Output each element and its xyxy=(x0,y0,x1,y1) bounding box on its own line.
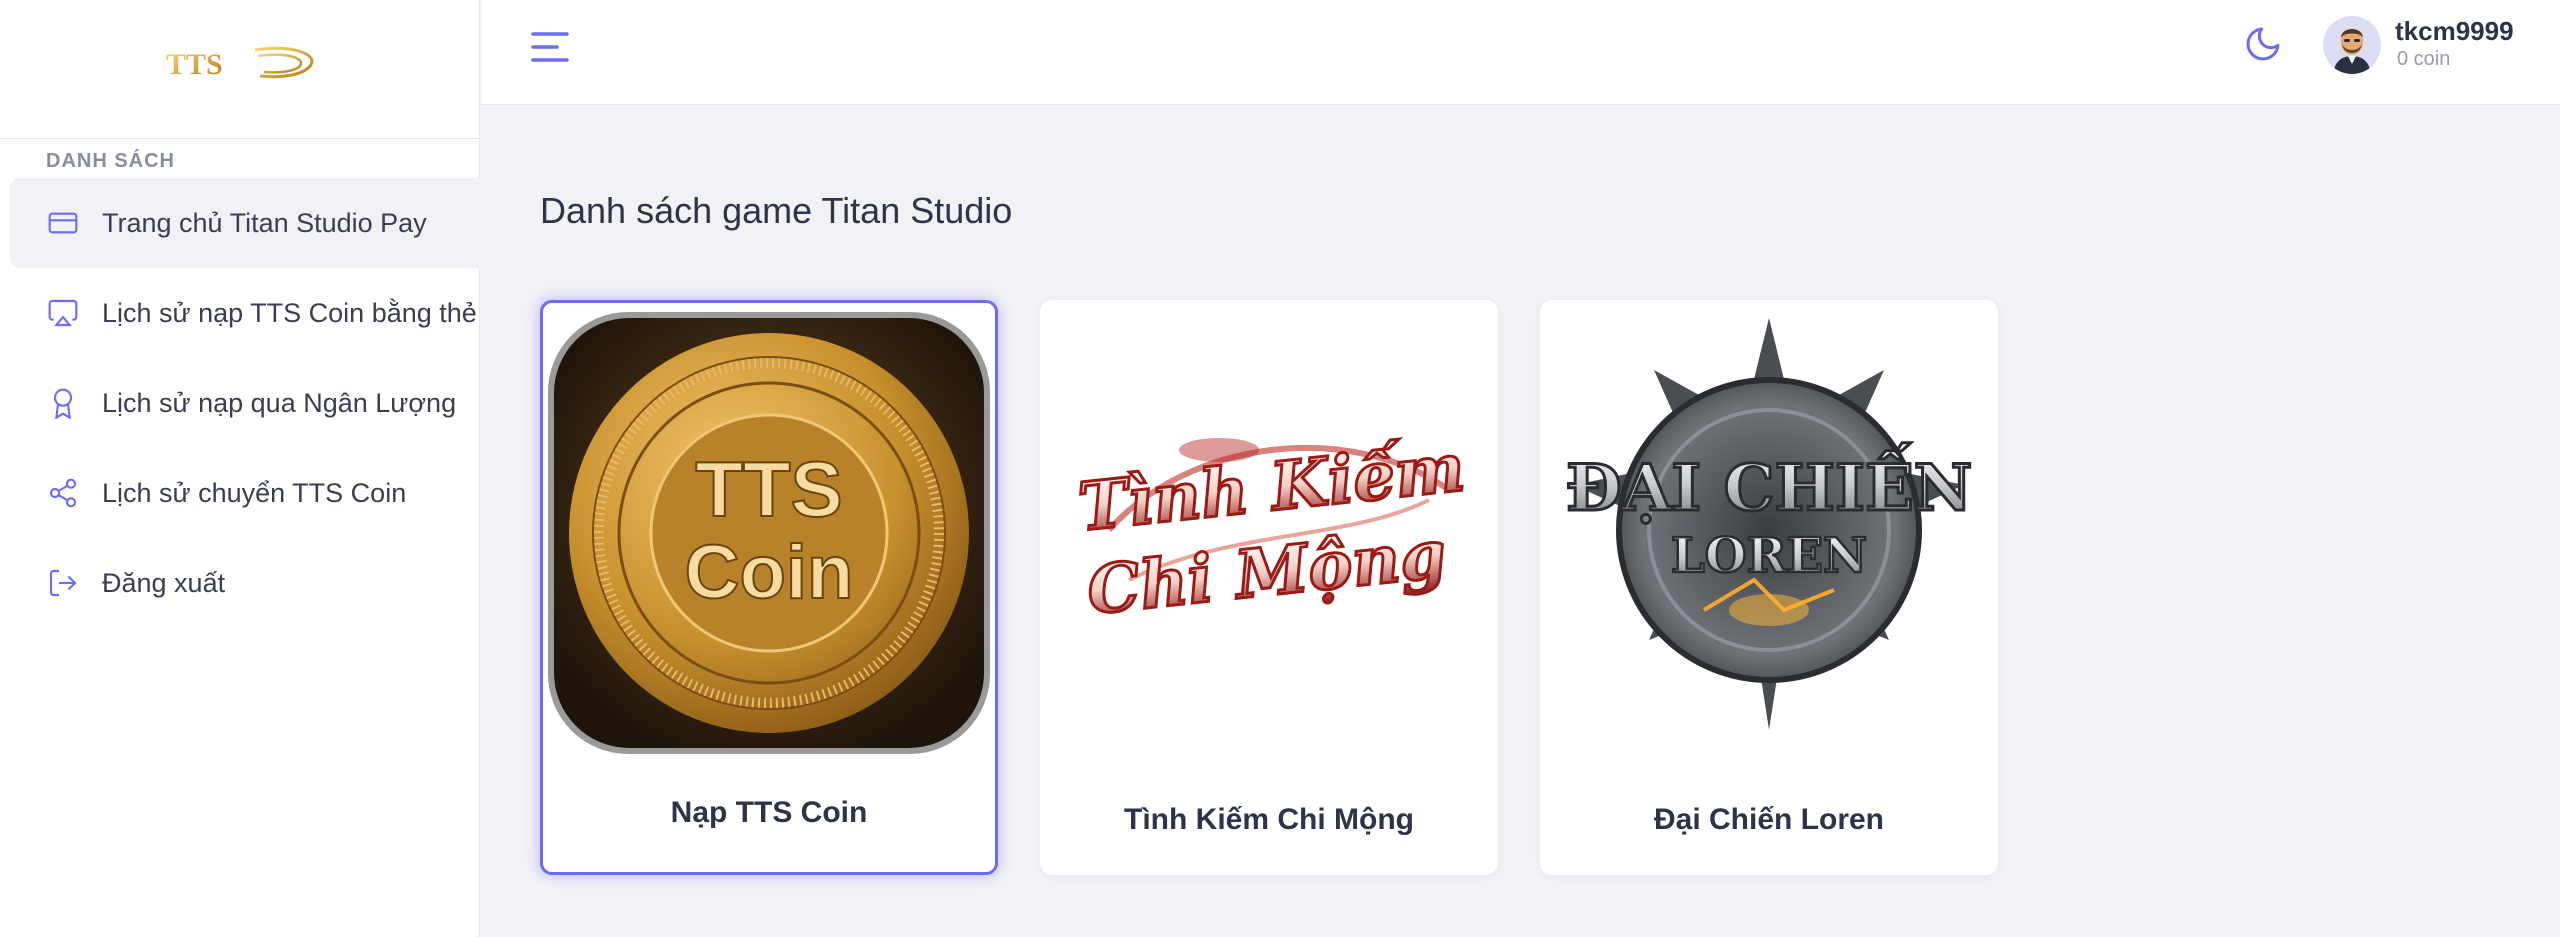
sidebar-item-label: Lịch sử nạp TTS Coin bằng thẻ xyxy=(102,297,477,328)
username[interactable]: tkcm9999 xyxy=(2395,16,2514,47)
sidebar-item-label: Trang chủ Titan Studio Pay xyxy=(102,207,427,238)
sidebar-item-logout[interactable]: Đăng xuất xyxy=(10,538,480,628)
sidebar-item-home[interactable]: Trang chủ Titan Studio Pay xyxy=(10,178,480,268)
game-card-title: Tình Kiếm Chi Mộng xyxy=(1124,803,1414,836)
airplay-icon xyxy=(46,296,80,330)
sidebar-item-label: Lịch sử chuyển TTS Coin xyxy=(102,477,407,508)
game-card-tinh-kiem-chi-mong[interactable]: Tình Kiếm Chi Mộng Tình Kiếm Chi Mộng xyxy=(1040,300,1498,875)
game-card-dai-chien-loren[interactable]: ĐẠI CHIẾN LOREN Đại Chiến Loren xyxy=(1540,300,1998,875)
sidebar-item-nganluong-history[interactable]: Lịch sử nạp qua Ngân Lượng xyxy=(10,358,480,448)
coin-text-line2: Coin xyxy=(685,530,854,615)
logo-text-line2: LOREN xyxy=(1671,528,1867,584)
sidebar-menu: Trang chủ Titan Studio Pay Lịch sử nạp T… xyxy=(10,178,480,628)
tts-logo[interactable]: TTS xyxy=(160,36,320,88)
brand-area: TTS xyxy=(0,0,479,139)
page-title: Danh sách game Titan Studio xyxy=(540,190,1013,231)
tts-coin-image: TTS Coin xyxy=(543,303,995,763)
sidebar-item-label: Lịch sử nạp qua Ngân Lượng xyxy=(102,387,457,418)
moon-icon[interactable] xyxy=(2243,24,2283,64)
user-coin-balance: 0 coin xyxy=(2397,48,2451,70)
dai-chien-loren-logo-image: ĐẠI CHIẾN LOREN xyxy=(1540,300,1998,760)
coin-text-line1: TTS xyxy=(695,445,842,533)
tinh-kiem-logo-image: Tình Kiếm Chi Mộng xyxy=(1040,300,1498,760)
avatar[interactable] xyxy=(2323,16,2381,74)
game-card-title: Nạp TTS Coin xyxy=(670,796,868,829)
topbar: tkcm9999 0 coin xyxy=(481,0,2560,105)
sidebar-item-transfer-history[interactable]: Lịch sử chuyển TTS Coin xyxy=(10,448,480,538)
award-icon xyxy=(46,386,80,420)
menu-toggle-icon[interactable] xyxy=(529,28,571,66)
section-title: DANH SÁCH xyxy=(46,150,175,172)
share-icon xyxy=(46,476,80,510)
logo-text: TTS xyxy=(166,48,223,81)
sidebar: TTS DANH SÁCH Trang chủ Titan Studio Pay… xyxy=(0,0,480,937)
game-card-tts-coin[interactable]: TTS Coin Nạp TTS Coin xyxy=(540,300,998,875)
logo-text-line1: ĐẠI CHIẾN xyxy=(1566,443,1972,526)
log-out-icon xyxy=(46,566,80,600)
credit-card-icon xyxy=(46,206,80,240)
game-card-title: Đại Chiến Loren xyxy=(1653,803,1885,836)
sidebar-item-card-topup-history[interactable]: Lịch sử nạp TTS Coin bằng thẻ xyxy=(10,268,480,358)
sidebar-item-label: Đăng xuất xyxy=(102,567,226,598)
